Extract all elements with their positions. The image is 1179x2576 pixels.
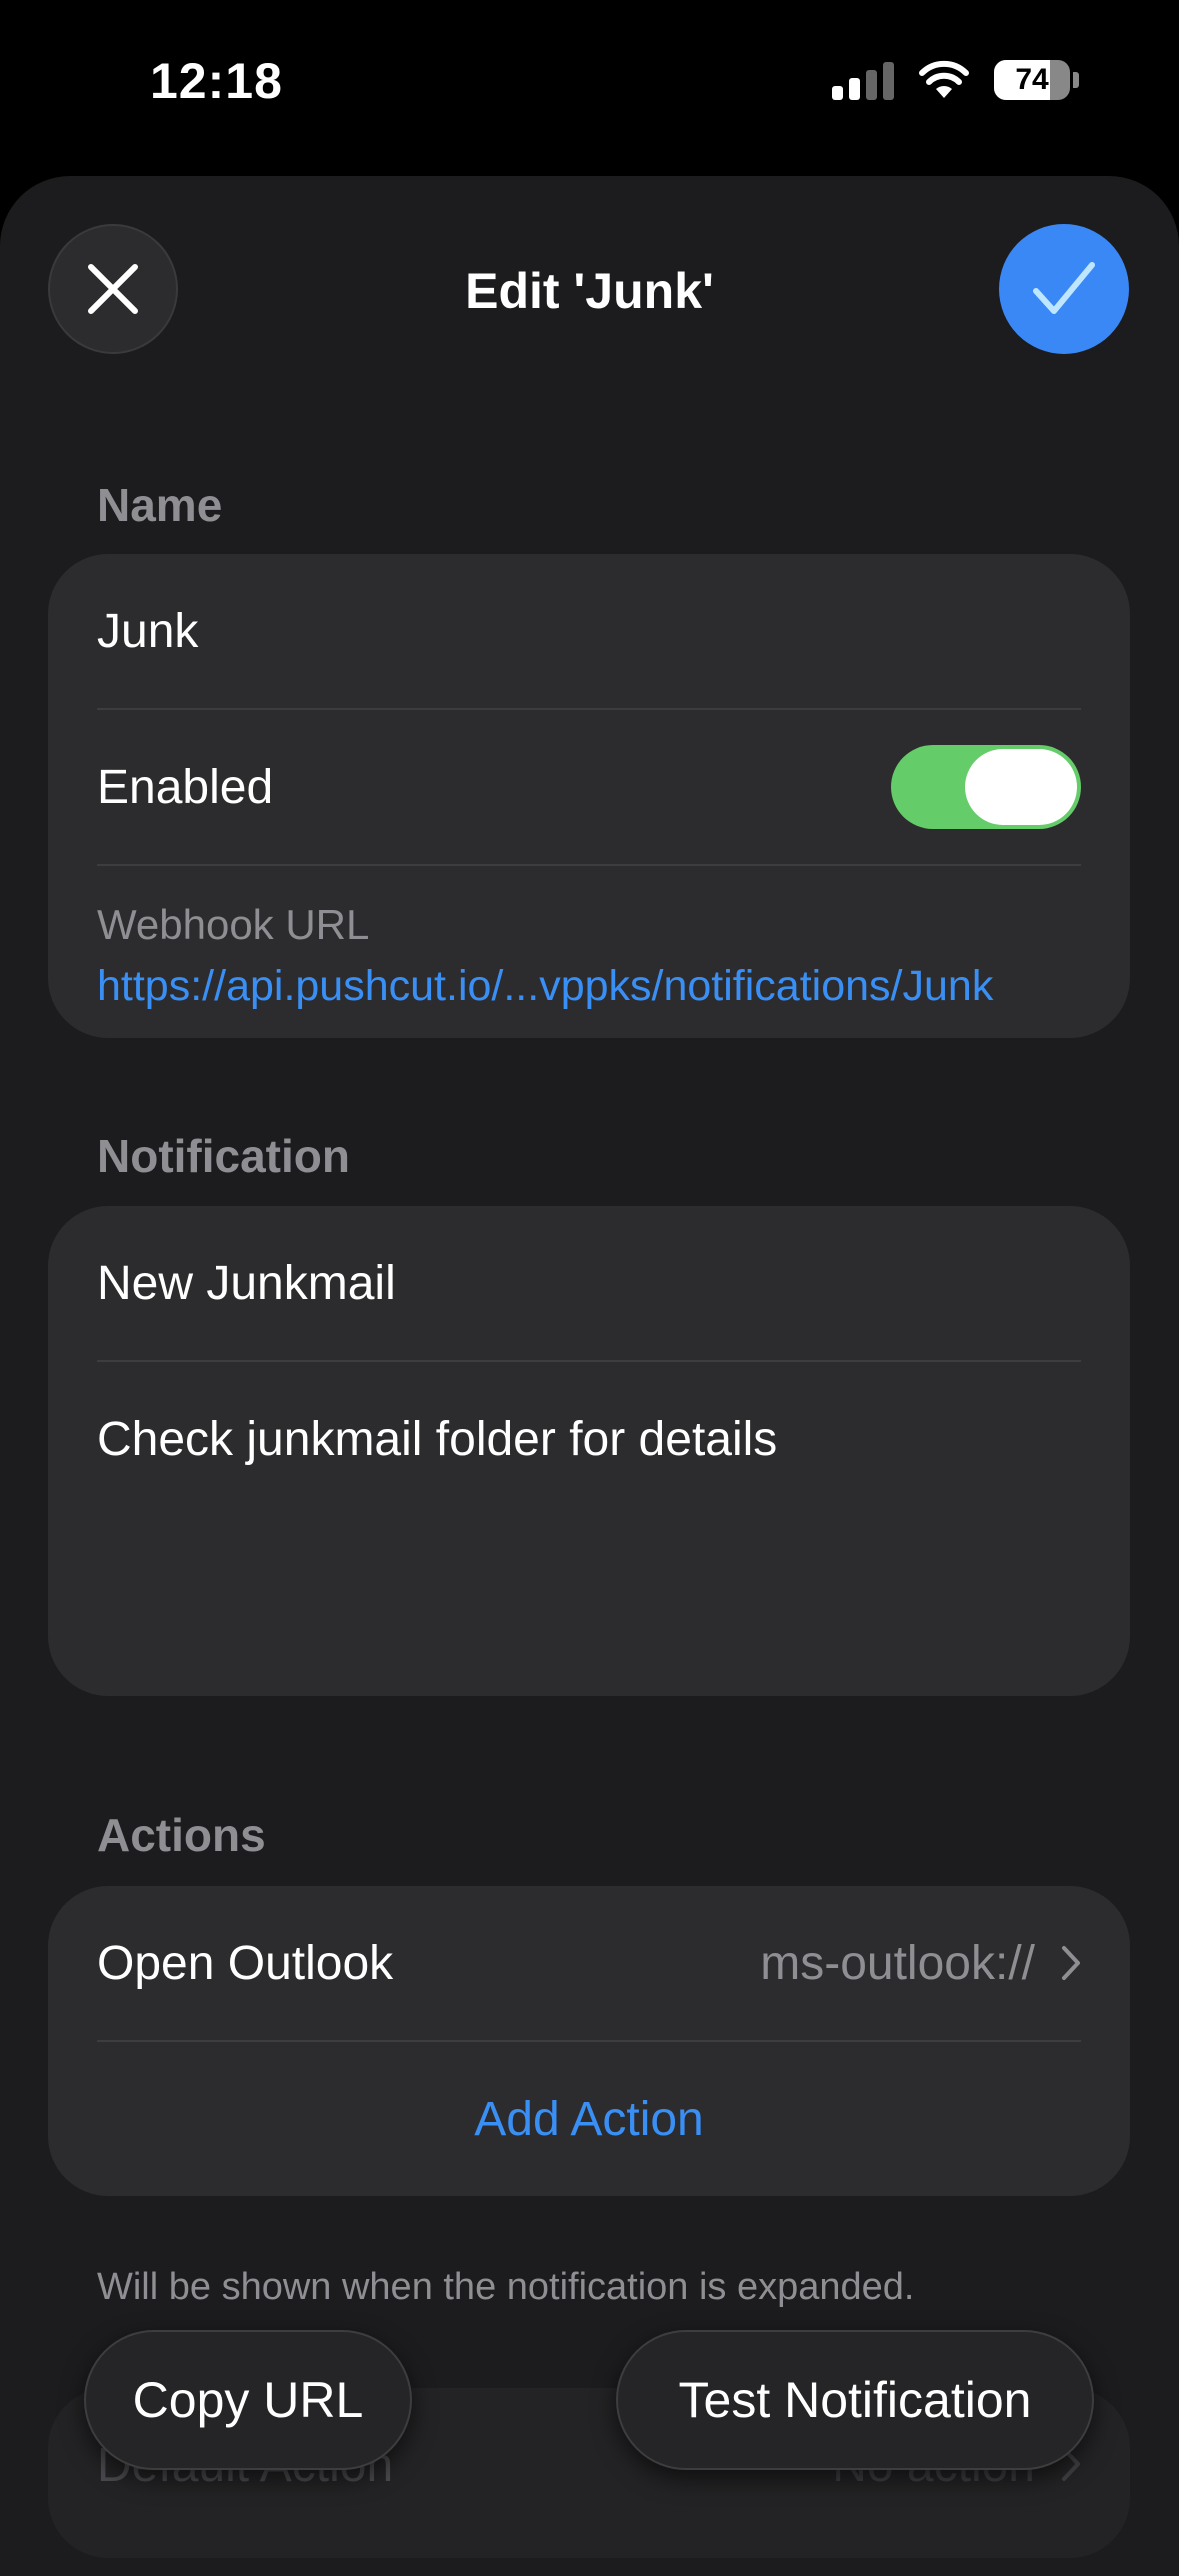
wifi-icon: [919, 60, 969, 98]
chevron-right-icon: [1062, 1946, 1080, 1980]
actions-card: Open Outlook ms-outlook:// Add Action: [48, 1886, 1130, 2196]
action-name: Open Outlook: [97, 1936, 394, 1990]
notification-title-field[interactable]: New Junkmail: [97, 1206, 1081, 1360]
name-value: Junk: [97, 604, 199, 658]
checkmark-icon: [1033, 262, 1095, 314]
webhook-label: Webhook URL: [97, 901, 370, 948]
status-icons: 74: [832, 60, 1079, 100]
enabled-label: Enabled: [97, 760, 274, 814]
actions-footnote: Will be shown when the notification is e…: [97, 2266, 915, 2308]
status-time: 12:18: [150, 53, 283, 109]
notification-body-field[interactable]: Check junkmail folder for details: [97, 1362, 1081, 1516]
action-url: ms-outlook://: [760, 1936, 1035, 1990]
section-label-actions: Actions: [97, 1809, 266, 1861]
enabled-toggle[interactable]: [891, 745, 1081, 829]
action-row-open-outlook[interactable]: Open Outlook ms-outlook://: [97, 1886, 1081, 2040]
edit-sheet: Edit 'Junk' Name Junk Enabled Webhook UR…: [0, 176, 1179, 2576]
notification-body-value: Check junkmail folder for details: [97, 1412, 778, 1466]
add-action-button[interactable]: Add Action: [97, 2042, 1081, 2196]
name-field[interactable]: Junk: [97, 554, 1081, 708]
test-notification-button[interactable]: Test Notification: [616, 2330, 1094, 2470]
notification-card: New Junkmail Check junkmail folder for d…: [48, 1206, 1130, 1696]
section-label-name: Name: [97, 479, 223, 531]
webhook-url-link[interactable]: https://api.pushcut.io/...vppks/notifica…: [97, 962, 993, 1011]
enabled-row: Enabled: [97, 710, 1081, 864]
status-bar: 12:18 74: [0, 0, 1179, 170]
notification-title-value: New Junkmail: [97, 1256, 396, 1310]
section-label-notification: Notification: [97, 1130, 350, 1182]
battery-level: 74: [1015, 63, 1049, 96]
copy-url-button[interactable]: Copy URL: [84, 2330, 412, 2470]
add-action-label: Add Action: [474, 2092, 704, 2146]
confirm-button[interactable]: [999, 224, 1129, 354]
cellular-signal-icon: [832, 60, 894, 100]
name-card: Junk Enabled Webhook URL https://api.pus…: [48, 554, 1130, 1038]
battery-icon: 74: [994, 60, 1079, 100]
divider: [97, 864, 1081, 866]
